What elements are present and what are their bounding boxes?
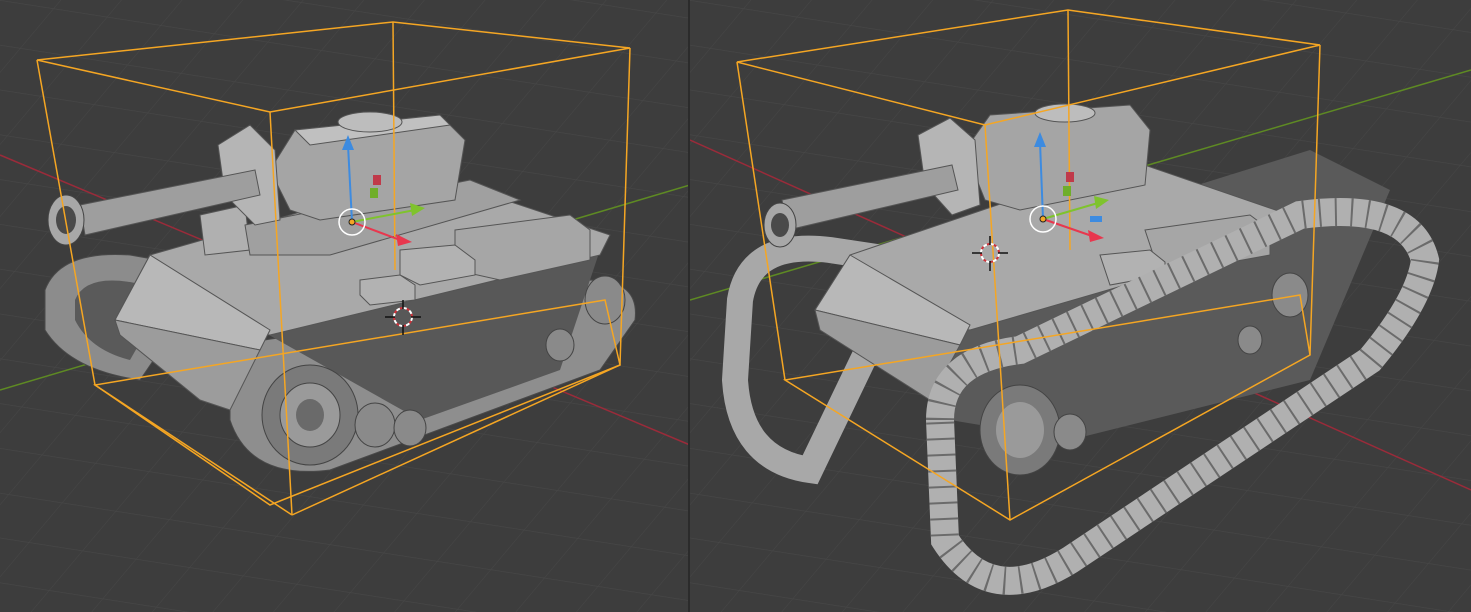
gizmo-plane-handle-red[interactable] bbox=[373, 175, 381, 185]
viewport-right[interactable] bbox=[690, 0, 1471, 612]
blender-3d-viewport-area[interactable] bbox=[0, 0, 1471, 612]
object-origin bbox=[1039, 215, 1047, 223]
gizmo-plane-handle-red[interactable] bbox=[1066, 172, 1074, 182]
muzzle-bore bbox=[771, 213, 789, 237]
viewport-left-canvas[interactable] bbox=[0, 0, 690, 612]
viewport-right-canvas[interactable] bbox=[690, 0, 1471, 612]
object-origin bbox=[348, 218, 356, 226]
gizmo-plane-handle-green[interactable] bbox=[1063, 186, 1071, 196]
gizmo-plane-handle-green[interactable] bbox=[370, 188, 378, 198]
gizmo-plane-handle-blue[interactable] bbox=[1090, 216, 1102, 222]
viewport-left[interactable] bbox=[0, 0, 690, 612]
turret-hatch bbox=[337, 111, 403, 133]
hull-box-tiny bbox=[359, 274, 416, 306]
turret-hatch bbox=[1034, 103, 1096, 123]
